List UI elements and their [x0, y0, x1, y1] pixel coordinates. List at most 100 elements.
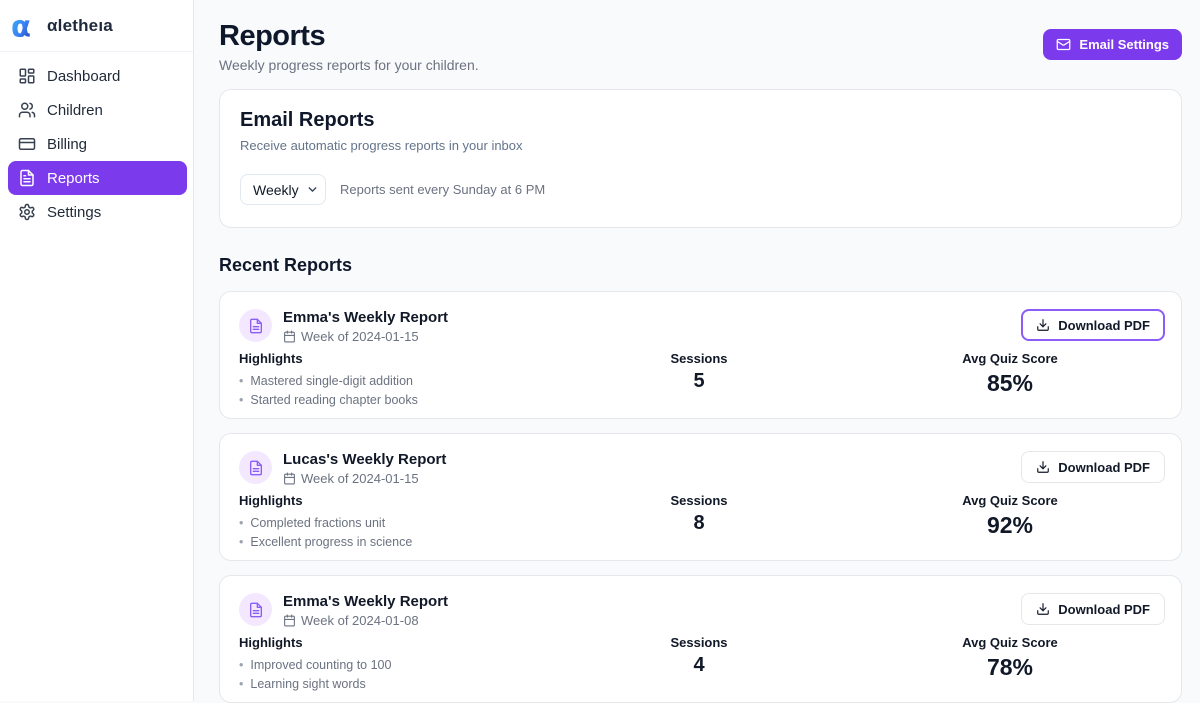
- email-settings-button[interactable]: Email Settings: [1043, 29, 1182, 60]
- dashboard-icon: [18, 67, 36, 85]
- download-pdf-label: Download PDF: [1058, 602, 1150, 617]
- file-text-icon: [248, 602, 264, 618]
- download-wrap: Download PDF: [1021, 451, 1165, 483]
- schedule-note: Reports sent every Sunday at 6 PM: [340, 182, 545, 197]
- svg-text:α: α: [11, 11, 31, 41]
- download-pdf-label: Download PDF: [1058, 318, 1150, 333]
- report-week-label: Week of 2024-01-08: [301, 613, 419, 628]
- sidebar: α αletheıa Dashboard Children Billing: [0, 0, 194, 701]
- report-head: Emma's Weekly Report Week of 2024-01-15: [239, 309, 589, 344]
- report-card: Emma's Weekly Report Week of 2024-01-08 …: [219, 575, 1182, 703]
- download-icon: [1036, 460, 1050, 474]
- frequency-select-wrap: Weekly: [240, 174, 326, 205]
- sidebar-item-reports[interactable]: Reports: [8, 161, 187, 195]
- avg-quiz-label: Avg Quiz Score: [962, 635, 1058, 650]
- download-wrap: Download PDF: [1021, 593, 1165, 625]
- download-icon: [1036, 602, 1050, 616]
- download-pdf-label: Download PDF: [1058, 460, 1150, 475]
- report-title: Lucas's Weekly Report: [283, 451, 446, 468]
- sidebar-item-settings[interactable]: Settings: [8, 195, 187, 229]
- report-week: Week of 2024-01-15: [283, 329, 448, 344]
- sidebar-item-dashboard[interactable]: Dashboard: [8, 59, 187, 93]
- download-pdf-button[interactable]: Download PDF: [1021, 593, 1165, 625]
- frequency-row: Weekly Reports sent every Sunday at 6 PM: [240, 174, 1161, 205]
- file-text-icon: [18, 169, 36, 187]
- highlight-item: Learning sight words: [239, 675, 589, 694]
- brand-name: αletheıa: [47, 16, 113, 36]
- sessions-stat: Sessions 4: [670, 635, 727, 693]
- sidebar-item-label: Settings: [47, 204, 101, 221]
- frequency-select[interactable]: Weekly: [240, 174, 326, 205]
- report-list: Emma's Weekly Report Week of 2024-01-15 …: [219, 291, 1182, 703]
- sessions-value: 8: [670, 512, 727, 535]
- highlights-label: Highlights: [239, 493, 589, 508]
- avg-quiz-label: Avg Quiz Score: [962, 493, 1058, 508]
- highlights-label: Highlights: [239, 351, 589, 366]
- report-week: Week of 2024-01-15: [283, 471, 446, 486]
- report-file-badge: [239, 593, 272, 626]
- sessions-label: Sessions: [670, 635, 727, 650]
- page-header: Reports Weekly progress reports for your…: [219, 20, 1182, 73]
- sidebar-item-label: Children: [47, 102, 103, 119]
- highlight-item: Improved counting to 100: [239, 656, 589, 675]
- sidebar-item-billing[interactable]: Billing: [8, 127, 187, 161]
- report-head: Emma's Weekly Report Week of 2024-01-08: [239, 593, 589, 628]
- report-week: Week of 2024-01-08: [283, 613, 448, 628]
- mail-icon: [1056, 37, 1071, 52]
- report-file-badge: [239, 451, 272, 484]
- calendar-icon: [283, 472, 296, 485]
- sidebar-item-label: Billing: [47, 136, 87, 153]
- report-card: Emma's Weekly Report Week of 2024-01-15 …: [219, 291, 1182, 419]
- sidebar-item-label: Dashboard: [47, 68, 120, 85]
- download-pdf-button[interactable]: Download PDF: [1021, 309, 1165, 341]
- main-content: Reports Weekly progress reports for your…: [194, 0, 1200, 701]
- calendar-icon: [283, 330, 296, 343]
- file-text-icon: [248, 318, 264, 334]
- report-card: Lucas's Weekly Report Week of 2024-01-15…: [219, 433, 1182, 561]
- download-pdf-button[interactable]: Download PDF: [1021, 451, 1165, 483]
- report-highlights: Highlights Improved counting to 100 Lear…: [239, 635, 589, 693]
- highlight-item: Excellent progress in science: [239, 533, 589, 552]
- file-text-icon: [248, 460, 264, 476]
- sessions-label: Sessions: [670, 493, 727, 508]
- brand: α αletheıa: [0, 0, 193, 52]
- email-reports-title: Email Reports: [240, 109, 1161, 132]
- users-icon: [18, 101, 36, 119]
- calendar-icon: [283, 614, 296, 627]
- highlight-item: Mastered single-digit addition: [239, 372, 589, 391]
- page-subtitle: Weekly progress reports for your childre…: [219, 57, 479, 73]
- avg-quiz-stat: Avg Quiz Score 85%: [962, 351, 1058, 409]
- brand-logo-icon: α: [10, 11, 40, 41]
- report-title: Emma's Weekly Report: [283, 593, 448, 610]
- email-reports-subtitle: Receive automatic progress reports in yo…: [240, 138, 1161, 153]
- sessions-stat: Sessions 8: [670, 493, 727, 551]
- avg-quiz-value: 78%: [962, 654, 1058, 681]
- sidebar-item-label: Reports: [47, 170, 100, 187]
- sidebar-item-children[interactable]: Children: [8, 93, 187, 127]
- credit-card-icon: [18, 135, 36, 153]
- report-week-label: Week of 2024-01-15: [301, 471, 419, 486]
- highlights-label: Highlights: [239, 635, 589, 650]
- download-wrap: Download PDF: [1021, 309, 1165, 341]
- avg-quiz-value: 92%: [962, 512, 1058, 539]
- report-head: Lucas's Weekly Report Week of 2024-01-15: [239, 451, 589, 486]
- page-title: Reports: [219, 20, 479, 53]
- sessions-stat: Sessions 5: [670, 351, 727, 409]
- report-highlights: Highlights Mastered single-digit additio…: [239, 351, 589, 409]
- report-week-label: Week of 2024-01-15: [301, 329, 419, 344]
- sessions-value: 5: [670, 370, 727, 393]
- download-icon: [1036, 318, 1050, 332]
- report-file-badge: [239, 309, 272, 342]
- email-settings-label: Email Settings: [1079, 37, 1169, 52]
- gear-icon: [18, 203, 36, 221]
- highlight-item: Started reading chapter books: [239, 391, 589, 410]
- recent-reports-title: Recent Reports: [219, 255, 1182, 276]
- email-reports-card: Email Reports Receive automatic progress…: [219, 89, 1182, 228]
- sidebar-nav: Dashboard Children Billing Reports Setti…: [0, 52, 193, 229]
- avg-quiz-stat: Avg Quiz Score 78%: [962, 635, 1058, 693]
- sessions-label: Sessions: [670, 351, 727, 366]
- highlight-item: Completed fractions unit: [239, 514, 589, 533]
- report-highlights: Highlights Completed fractions unit Exce…: [239, 493, 589, 551]
- sessions-value: 4: [670, 654, 727, 677]
- avg-quiz-value: 85%: [962, 370, 1058, 397]
